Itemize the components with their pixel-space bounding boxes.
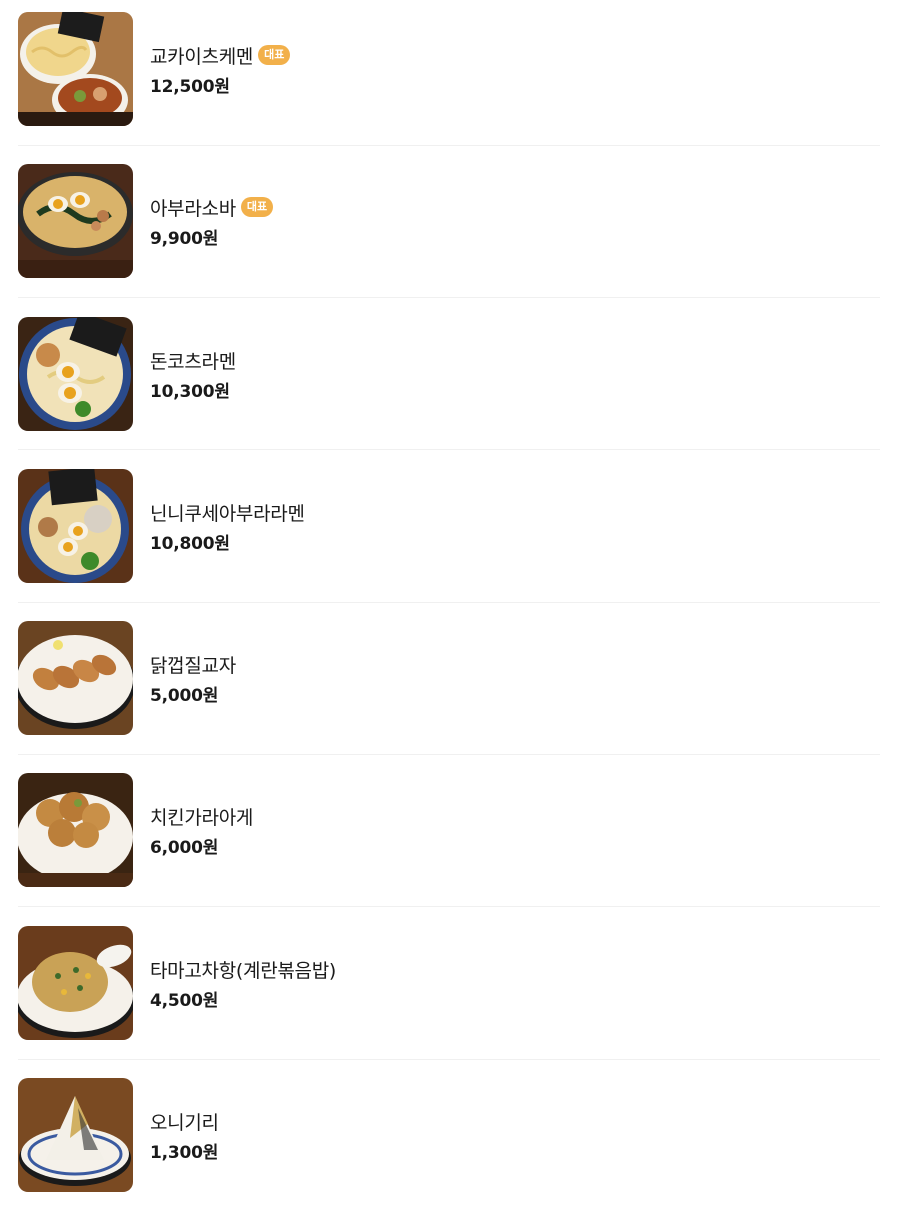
tsukemen-dish-photo — [18, 12, 133, 126]
chicken-karaage-dish-photo — [18, 773, 133, 887]
menu-item-name: 타마고차항(계란볶음밥) — [150, 959, 337, 982]
menu-item-info: 치킨가라아게 6,000원 — [150, 773, 253, 859]
menu-item[interactable]: 닌니쿠세아부라라멘 10,800원 — [18, 469, 880, 621]
menu-item[interactable]: 돈코츠라멘 10,300원 — [18, 317, 880, 469]
menu-item-price: 12,500원 — [150, 77, 230, 97]
menu-item-price: 10,300원 — [150, 382, 230, 402]
menu-item[interactable]: 아부라소바 대표 9,900원 — [18, 164, 880, 316]
menu-item-price: 9,900원 — [150, 229, 219, 249]
menu-item-name: 치킨가라아게 — [150, 806, 254, 829]
menu-item[interactable]: 타마고차항(계란볶음밥) 4,500원 — [18, 926, 880, 1078]
menu-item-name-row: 교카이츠케멘 대표 — [150, 42, 291, 68]
abura-soba-dish-photo — [18, 164, 133, 278]
divider — [18, 906, 880, 907]
divider — [18, 449, 880, 450]
menu-item-info: 닌니쿠세아부라라멘 10,800원 — [150, 469, 305, 555]
menu-item-info: 돈코츠라멘 10,300원 — [150, 317, 236, 403]
divider — [18, 602, 880, 603]
menu-item[interactable]: 치킨가라아게 6,000원 — [18, 773, 880, 925]
menu-item-name: 닭껍질교자 — [150, 654, 236, 677]
menu-item-name-row: 치킨가라아게 — [150, 803, 253, 829]
divider — [18, 1059, 880, 1060]
menu-item-price: 1,300원 — [150, 1143, 219, 1163]
menu-item-name-row: 아부라소바 대표 — [150, 194, 274, 220]
menu-item-price: 10,800원 — [150, 534, 230, 554]
menu-item-info: 아부라소바 대표 9,900원 — [150, 164, 274, 249]
tonkotsu-ramen-dish-photo — [18, 317, 133, 431]
menu-item-name: 오니기리 — [150, 1111, 219, 1134]
menu-item-name-row: 오니기리 — [150, 1108, 219, 1134]
signature-badge: 대표 — [258, 45, 291, 65]
menu-item-name-row: 타마고차항(계란볶음밥) — [150, 956, 336, 982]
menu-item-info: 오니기리 1,300원 — [150, 1078, 219, 1164]
egg-fried-rice-dish-photo — [18, 926, 133, 1040]
menu-item-name: 교카이츠케멘 — [150, 45, 254, 68]
divider — [18, 145, 880, 146]
menu-item-info: 닭껍질교자 5,000원 — [150, 621, 236, 707]
menu-item-price: 5,000원 — [150, 686, 219, 706]
onigiri-dish-photo — [18, 1078, 133, 1192]
menu-item-price: 6,000원 — [150, 838, 219, 858]
menu-item[interactable]: 닭껍질교자 5,000원 — [18, 621, 880, 773]
menu-item-info: 교카이츠케멘 대표 12,500원 — [150, 12, 291, 97]
menu-item-name: 돈코츠라멘 — [150, 350, 236, 373]
chicken-skin-gyoza-dish-photo — [18, 621, 133, 735]
menu-item-name-row: 돈코츠라멘 — [150, 347, 236, 373]
menu-item-price: 4,500원 — [150, 991, 219, 1011]
menu-item-name: 아부라소바 — [150, 197, 236, 220]
divider — [18, 297, 880, 298]
menu-item[interactable]: 교카이츠케멘 대표 12,500원 — [18, 12, 880, 164]
menu-item-name-row: 닭껍질교자 — [150, 651, 236, 677]
menu-item-name: 닌니쿠세아부라라멘 — [150, 502, 305, 525]
divider — [18, 754, 880, 755]
signature-badge: 대표 — [240, 197, 274, 217]
menu-item-info: 타마고차항(계란볶음밥) 4,500원 — [150, 926, 336, 1012]
garlic-ramen-dish-photo — [18, 469, 133, 583]
menu-item-name-row: 닌니쿠세아부라라멘 — [150, 499, 305, 525]
menu-item[interactable]: 오니기리 1,300원 — [18, 1078, 880, 1230]
